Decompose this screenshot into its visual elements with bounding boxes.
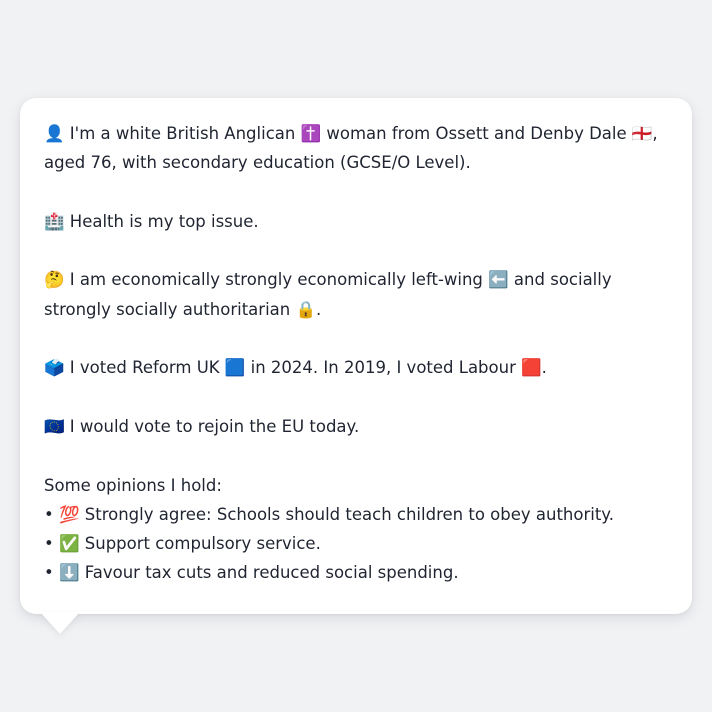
eu-text: 🇪🇺 I would vote to rejoin the EU today. <box>44 416 360 436</box>
identity-text: 👤 I'm a white British Anglican ✝️ woman … <box>44 124 658 173</box>
top-issue-text: 🏥 Health is my top issue. <box>44 211 259 231</box>
opinions-heading: Some opinions I hold: <box>44 475 222 495</box>
ideology-text: 🤔 I am economically strongly economicall… <box>44 270 612 319</box>
opinion-item: • ✅ Support compulsory service. <box>44 534 321 554</box>
votes-text: 🗳️ I voted Reform UK 🟦 in 2024. In 2019,… <box>44 358 547 378</box>
opinion-item: • 💯 Strongly agree: Schools should teach… <box>44 504 614 524</box>
message-bubble: 👤 I'm a white British Anglican ✝️ woman … <box>20 98 692 614</box>
opinion-item: • ⬇️ Favour tax cuts and reduced social … <box>44 563 459 583</box>
bubble-tail <box>40 612 80 634</box>
